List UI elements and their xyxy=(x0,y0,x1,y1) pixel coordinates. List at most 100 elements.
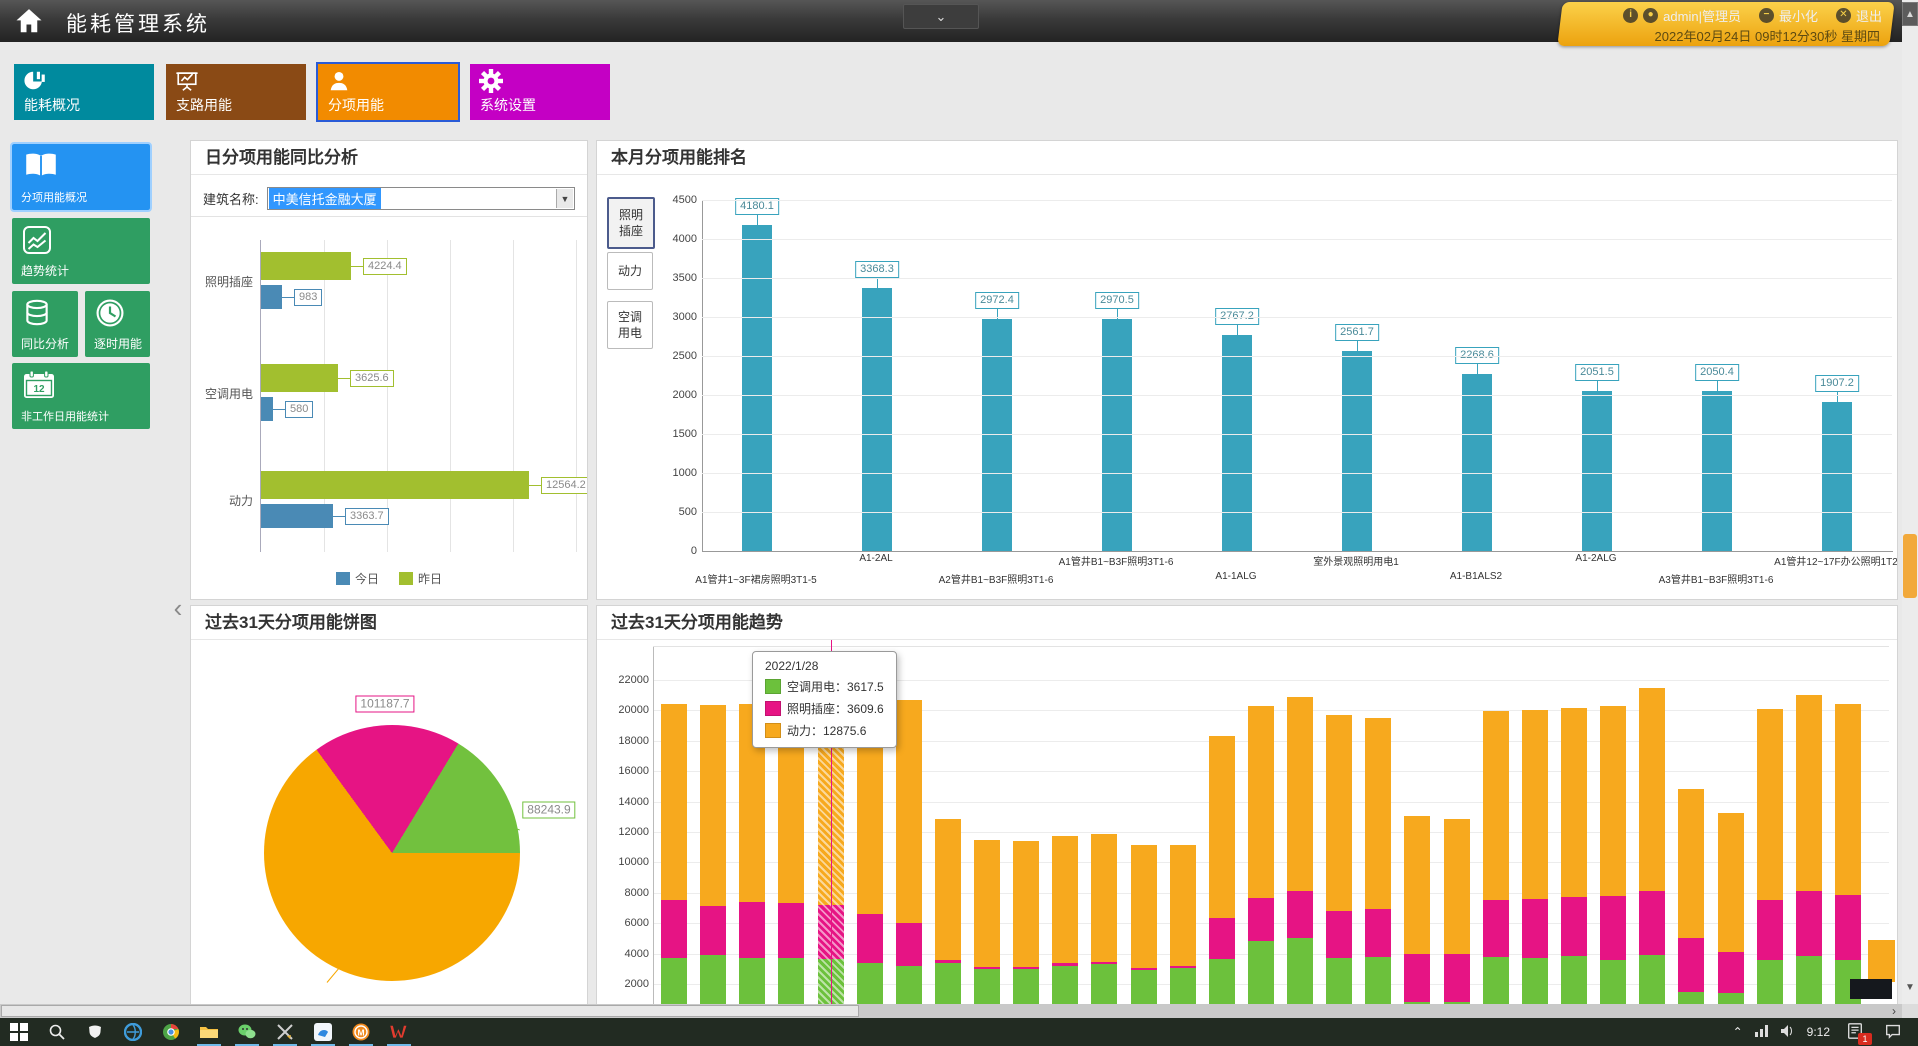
stacked-bar-动力[interactable] xyxy=(1639,688,1665,891)
tab-energy-overview[interactable]: 能耗概况 xyxy=(14,64,154,120)
notification-document-icon[interactable]: 1 xyxy=(1846,1022,1866,1042)
stacked-bar-照明插座[interactable] xyxy=(1170,966,1196,968)
stacked-bar-照明插座[interactable] xyxy=(1757,900,1783,960)
scroll-down-arrow[interactable]: ▼ xyxy=(1903,978,1917,996)
rank-bar[interactable] xyxy=(1222,335,1252,551)
taskbar-icon-mindmaster[interactable]: M xyxy=(350,1021,372,1043)
minimize-icon[interactable]: − xyxy=(1759,8,1774,23)
action-center-icon[interactable] xyxy=(1884,1022,1904,1042)
stacked-bar-照明插座[interactable] xyxy=(1091,962,1117,964)
logout-label[interactable]: 退出 xyxy=(1856,6,1882,25)
sidebar-item-trend-stats[interactable]: 趋势统计 xyxy=(12,218,150,284)
stacked-bar-照明插座[interactable] xyxy=(1248,898,1274,941)
rank-bar[interactable] xyxy=(1342,351,1372,551)
stacked-bar-照明插座[interactable] xyxy=(1835,895,1861,960)
stacked-bar-动力[interactable] xyxy=(1091,834,1117,962)
stacked-bar-动力[interactable] xyxy=(1365,718,1391,909)
stacked-bar-动力[interactable] xyxy=(1600,706,1626,896)
rank-bar[interactable] xyxy=(1702,391,1732,551)
minimize-label[interactable]: 最小化 xyxy=(1779,6,1818,25)
building-select[interactable]: 中美信托金融大厦 ▼ xyxy=(267,187,575,210)
rank-filter-1[interactable]: 照明插座 xyxy=(607,197,655,249)
stacked-bar-动力[interactable] xyxy=(1796,695,1822,891)
stacked-bar-照明插座[interactable] xyxy=(1718,952,1744,993)
rank-filter-3[interactable]: 空调用电 xyxy=(607,301,653,349)
stacked-bar-照明插座[interactable] xyxy=(857,914,883,963)
stacked-bar-动力[interactable] xyxy=(1170,845,1196,966)
rank-bar[interactable] xyxy=(982,319,1012,551)
stacked-bar-照明插座[interactable] xyxy=(1365,909,1391,957)
volume-icon[interactable] xyxy=(1781,1025,1795,1040)
horizontal-scrollbar[interactable]: › xyxy=(0,1004,1902,1018)
bar-今日[interactable] xyxy=(261,285,282,309)
stacked-bar-动力[interactable] xyxy=(896,700,922,923)
tab-system-settings[interactable]: 系统设置 xyxy=(470,64,610,120)
taskbar-icon-wps[interactable] xyxy=(388,1021,410,1043)
chevron-down-icon[interactable]: ▼ xyxy=(556,189,573,208)
stacked-bar-动力[interactable] xyxy=(1718,813,1744,952)
rank-filter-2[interactable]: 动力 xyxy=(607,252,653,290)
stacked-bar-动力[interactable] xyxy=(1287,697,1313,890)
bar-昨日[interactable] xyxy=(261,364,338,392)
clock-time[interactable]: 9:12 xyxy=(1807,1025,1830,1039)
stacked-bar-动力[interactable] xyxy=(1835,704,1861,896)
taskbar-icon-tim[interactable] xyxy=(312,1021,334,1043)
logout-icon[interactable]: ✕ xyxy=(1836,8,1851,23)
stacked-bar-照明插座[interactable] xyxy=(1483,900,1509,957)
stacked-bar-照明插座[interactable] xyxy=(1131,968,1157,970)
stacked-bar-照明插座[interactable] xyxy=(1639,891,1665,956)
stacked-bar-照明插座[interactable] xyxy=(1561,897,1587,956)
sidebar-item-subitem-overview[interactable]: 分项用能概况 xyxy=(12,144,150,210)
pie-chart[interactable] xyxy=(264,725,520,981)
bar-昨日[interactable] xyxy=(261,252,351,280)
stacked-bar-照明插座[interactable] xyxy=(1404,954,1430,1002)
vertical-scrollbar[interactable] xyxy=(1902,0,1918,1004)
taskbar-icon-modeling-tool[interactable] xyxy=(274,1021,296,1043)
bar-今日[interactable] xyxy=(261,504,333,528)
header-dropdown-button[interactable]: ⌄ xyxy=(903,4,979,29)
taskbar-icon-search[interactable] xyxy=(46,1021,68,1043)
stacked-bar-动力[interactable] xyxy=(1013,841,1039,966)
vertical-scrollbar-thumb[interactable] xyxy=(1903,534,1917,598)
stacked-bar-照明插座[interactable] xyxy=(1326,911,1352,958)
taskbar-icon-file-explorer[interactable] xyxy=(198,1021,220,1043)
stacked-bar-照明插座[interactable] xyxy=(1209,918,1235,959)
sidebar-item-yoy-analysis[interactable]: 同比分析 xyxy=(12,291,78,357)
rank-bar[interactable] xyxy=(1582,391,1612,551)
legend-item-昨日[interactable]: 昨日 xyxy=(399,570,442,587)
stacked-bar-动力[interactable] xyxy=(1444,819,1470,954)
tray-chevron-up-icon[interactable]: ⌃ xyxy=(1733,1025,1743,1039)
legend-item-今日[interactable]: 今日 xyxy=(336,570,379,587)
stacked-bar-动力[interactable] xyxy=(1757,709,1783,901)
stacked-bar-动力[interactable] xyxy=(661,704,687,901)
stacked-bar-动力[interactable] xyxy=(1678,789,1704,938)
info-icon[interactable]: i xyxy=(1623,8,1638,23)
stacked-bar-照明插座[interactable] xyxy=(1522,899,1548,958)
stacked-bar-动力[interactable] xyxy=(1209,736,1235,918)
stacked-bar-照明插座[interactable] xyxy=(1600,896,1626,960)
sidebar-item-non-workday-stats[interactable]: 12 非工作日用能统计 xyxy=(12,363,150,429)
taskbar-icon-wechat[interactable] xyxy=(236,1021,258,1043)
scroll-right-arrow[interactable]: › xyxy=(1892,1004,1896,1018)
stacked-bar-动力[interactable] xyxy=(935,819,961,960)
rank-bar[interactable] xyxy=(742,225,772,551)
sidebar-item-hourly-energy[interactable]: 逐时用能 xyxy=(85,291,150,357)
stacked-bar-照明插座[interactable] xyxy=(1287,891,1313,938)
stacked-bar-照明插座[interactable] xyxy=(661,900,687,958)
taskbar-icon-internet-explorer[interactable] xyxy=(122,1021,144,1043)
stacked-bar-照明插座[interactable] xyxy=(739,902,765,958)
bar-今日[interactable] xyxy=(261,397,273,421)
horizontal-scrollbar-thumb[interactable] xyxy=(1,1005,859,1017)
stacked-bar-动力[interactable] xyxy=(1052,836,1078,964)
stacked-bar-照明插座[interactable] xyxy=(700,906,726,955)
tab-branch-energy[interactable]: 支路用能 xyxy=(166,64,306,120)
stacked-bar-动力[interactable] xyxy=(1131,845,1157,968)
bar-昨日[interactable] xyxy=(261,471,529,499)
rank-bar[interactable] xyxy=(1462,374,1492,551)
scroll-up-arrow[interactable]: ▲ xyxy=(1902,2,1918,26)
stacked-bar-照明插座[interactable] xyxy=(1678,938,1704,992)
network-icon[interactable] xyxy=(1755,1025,1769,1040)
stacked-bar-空调用电[interactable] xyxy=(1287,938,1313,1015)
stacked-bar-照明插座[interactable] xyxy=(974,967,1000,969)
stacked-bar-动力[interactable] xyxy=(1483,711,1509,899)
